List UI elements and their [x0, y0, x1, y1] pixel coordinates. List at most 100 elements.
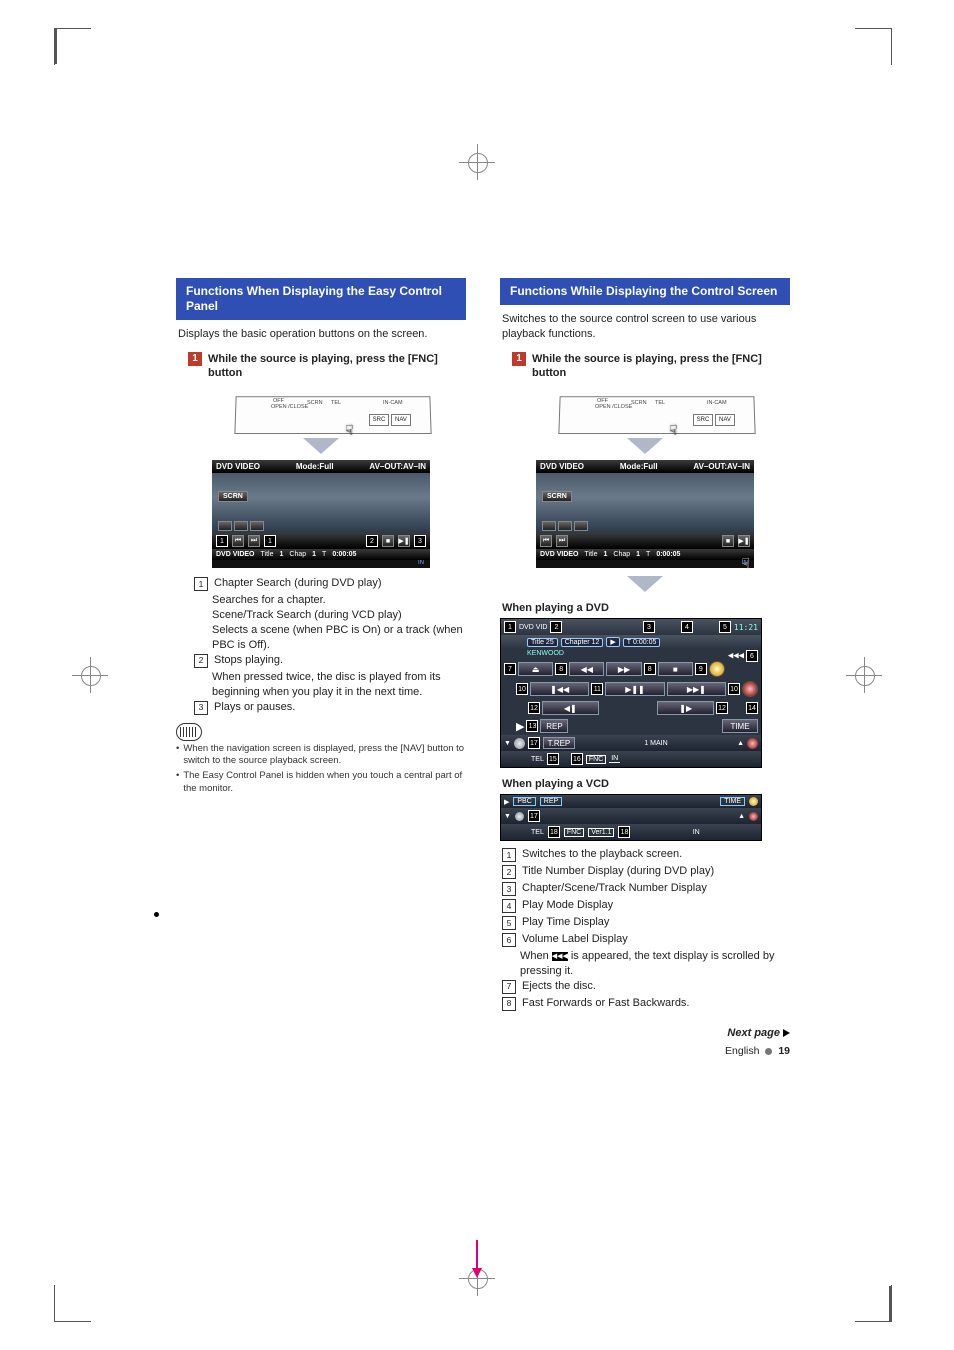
device-illustration-right: OFF OPEN /CLOSE SCRN TEL IN-CAM SRC NAV … [535, 388, 755, 434]
step-number-badge: 1 [188, 352, 202, 366]
ss-title-label: Title [585, 551, 598, 558]
right-column: Functions While Displaying the Control S… [500, 278, 790, 1057]
rep-button: REP [540, 797, 562, 806]
ss-t-label: T [646, 551, 650, 558]
ss-title-no: 1 [279, 551, 283, 558]
next-track-icon: ⏭ [248, 535, 260, 547]
pbc-button: PBC [513, 797, 535, 806]
scroll-left-icon: ◀◀◀ [552, 952, 568, 961]
scrn-button: SCRN [218, 491, 248, 502]
callout-11: 11 [591, 683, 603, 695]
list-num-7: 7 [502, 980, 516, 994]
tel-label: TEL [531, 756, 544, 763]
in-label: IN [634, 829, 758, 836]
list-num-1: 1 [194, 577, 208, 591]
right-triangle-icon [783, 1029, 790, 1037]
play-pause-icon: ▶❚ [398, 535, 410, 547]
side-knob-icon [742, 681, 758, 697]
tel-label: TEL [531, 829, 544, 836]
ss-time: 0:00:05 [656, 551, 680, 558]
callout-15: 15 [547, 753, 559, 765]
r-item1: Switches to the playback screen. [522, 847, 788, 862]
gutter-dot [154, 912, 159, 917]
left-item1-line4: Selects a scene (when PBC is On) or a tr… [212, 623, 464, 653]
r-item6b-pre: When [520, 950, 552, 962]
left-item1-line1: Chapter Search (during DVD play) [214, 576, 464, 591]
ss-mode: Mode:Full [296, 462, 334, 471]
callout-1b: 1 [264, 535, 276, 547]
left-heading: Functions When Displaying the Easy Contr… [176, 278, 466, 320]
left-numbered-list: 1Chapter Search (during DVD play) Search… [194, 576, 464, 714]
eject-button: ⏏ [518, 662, 553, 676]
callout-1: 1 [504, 621, 516, 633]
callout-18b: 18 [618, 826, 630, 838]
dvd-title-no: 25 [546, 639, 554, 646]
down-triangle-icon [627, 438, 663, 454]
down-triangle-icon [303, 438, 339, 454]
step-number-badge: 1 [512, 352, 526, 366]
r-item5: Play Time Display [522, 915, 788, 930]
fast-forward-button: ▶▶ [606, 662, 641, 676]
callout-1: 1 [216, 535, 228, 547]
fold-arrow-icon [472, 1268, 482, 1278]
audio-main-label: 1 MAIN [644, 740, 667, 747]
list-num-2: 2 [502, 865, 516, 879]
in-label: IN [609, 755, 620, 763]
ss-time: 0:00:05 [332, 551, 356, 558]
frame-fwd-button: ❚▶ [657, 701, 714, 715]
ss-chap-label: Chap [289, 551, 306, 558]
ss-title-label: Title [261, 551, 274, 558]
list-num-5: 5 [502, 916, 516, 930]
page: Functions When Displaying the Easy Contr… [0, 0, 954, 1350]
callout-2: 2 [366, 535, 378, 547]
ver-label: Ver1.1 [588, 828, 614, 837]
disc-icon [515, 812, 524, 821]
callout-2: 2 [550, 621, 562, 633]
page-footer: English 19 [500, 1045, 790, 1057]
list-num-3: 3 [502, 882, 516, 896]
up-arrow-icon: ▲ [738, 813, 745, 820]
ss-bottom-title: DVD VIDEO [540, 551, 579, 558]
callout-8b: 8 [644, 663, 656, 675]
ss-chap-no: 1 [312, 551, 316, 558]
callout-17: 17 [528, 737, 540, 749]
left-item3: Plays or pauses. [214, 700, 464, 715]
frame-back-button: ◀❚ [542, 701, 599, 715]
note-1: When the navigation screen is displayed,… [183, 743, 466, 769]
subhead-vcd: When playing a VCD [502, 778, 788, 790]
stop-icon: ■ [382, 535, 394, 547]
callout-12b: 12 [716, 702, 728, 714]
up-arrow-icon: ▲ [737, 740, 744, 747]
dvd-title-label: Title [531, 639, 544, 646]
list-num-2: 2 [194, 654, 208, 668]
next-page-link: Next page [500, 1027, 790, 1039]
left-item2-line1: Stops playing. [214, 653, 464, 668]
mini-buttons [218, 521, 264, 531]
left-notes: •When the navigation screen is displayed… [176, 743, 466, 796]
dvd-t-label: T [627, 639, 631, 646]
vcd-control-screenshot: ▶ PBC REP TIME ▼ 17 ▲ TEL 18 [500, 794, 762, 841]
time-button: TIME [720, 797, 745, 806]
device-src-button: SRC [369, 414, 389, 426]
scrn-button: SCRN [542, 491, 572, 502]
r-item2: Title Number Display (during DVD play) [522, 864, 788, 879]
stop-button: ■ [658, 662, 693, 676]
callout-5: 5 [719, 621, 731, 633]
crop-mark-tl [54, 28, 91, 65]
callout-7: 7 [504, 663, 516, 675]
down-arrow-icon: ▼ [504, 740, 511, 747]
device-open-label: OPEN /CLOSE [271, 404, 308, 410]
list-num-6: 6 [502, 933, 516, 947]
ss-title: DVD VIDEO [216, 462, 260, 471]
callout-10: 10 [516, 683, 528, 695]
next-button: ▶▶❚ [667, 682, 726, 696]
r-item4: Play Mode Display [522, 898, 788, 913]
bullet-icon [765, 1048, 772, 1055]
play-arrow-icon: ▶ [516, 720, 524, 733]
rewind-button: ◀◀ [569, 662, 604, 676]
time-button: TIME [722, 719, 758, 733]
down-triangle-icon [627, 576, 663, 592]
left-column: Functions When Displaying the Easy Contr… [176, 278, 466, 1057]
trep-button: T.REP [543, 737, 575, 749]
right-step-1: 1 While the source is playing, press the… [512, 352, 788, 381]
